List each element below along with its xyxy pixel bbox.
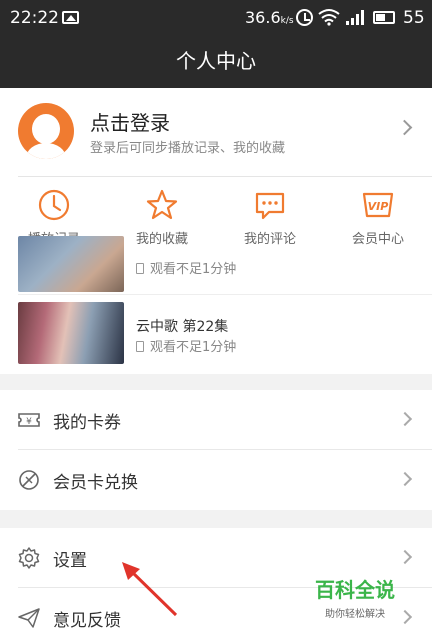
battery-level: 55 bbox=[403, 8, 425, 28]
phone-icon bbox=[136, 341, 144, 352]
menu-label: 意见反馈 bbox=[53, 611, 121, 631]
history-title[interactable]: 云中歌 第22集 bbox=[136, 316, 228, 336]
menu-label: 我的卡券 bbox=[53, 413, 121, 433]
avatar[interactable] bbox=[18, 103, 74, 159]
login-title[interactable]: 点击登录 bbox=[90, 107, 170, 136]
chevron-right-icon bbox=[397, 549, 413, 565]
menu-group: ¥ 我的卡券 会员卡兑换 bbox=[0, 390, 432, 510]
history-meta: 观看不足1分钟 bbox=[136, 258, 236, 277]
page-title: 个人中心 bbox=[176, 49, 256, 73]
clock-icon bbox=[38, 189, 70, 221]
gear-icon bbox=[18, 547, 40, 569]
quick-vip-center[interactable]: VIP 会员中心 bbox=[324, 188, 432, 247]
quick-label: 我的收藏 bbox=[135, 232, 188, 247]
quick-label: 会员中心 bbox=[351, 232, 404, 247]
login-subtitle: 登录后可同步播放记录、我的收藏 bbox=[90, 141, 286, 156]
watermark-subtitle: 助你轻松解决 bbox=[325, 609, 385, 620]
chevron-right-icon bbox=[397, 471, 413, 487]
battery-icon bbox=[373, 11, 395, 24]
page-title-bar: 个人中心 bbox=[0, 36, 432, 88]
menu-label: 设置 bbox=[53, 551, 87, 571]
menu-label: 会员卡兑换 bbox=[53, 473, 138, 493]
quick-favorites[interactable]: 我的收藏 bbox=[108, 188, 216, 247]
vip-icon: VIP bbox=[362, 192, 394, 218]
annotation-arrow-icon bbox=[122, 562, 178, 617]
coupon-icon-text: ¥ bbox=[26, 417, 32, 427]
image-icon bbox=[62, 11, 79, 24]
exchange-icon bbox=[19, 470, 39, 490]
menu-item-coupons[interactable]: ¥ 我的卡券 bbox=[0, 390, 432, 450]
signal-icon bbox=[346, 10, 364, 25]
video-thumbnail[interactable] bbox=[18, 302, 124, 364]
history-meta: 观看不足1分钟 bbox=[136, 336, 236, 355]
watermark-title: 百科全说 bbox=[315, 578, 395, 602]
quick-comments[interactable]: 我的评论 bbox=[216, 188, 324, 247]
vip-icon-text: VIP bbox=[368, 200, 389, 213]
chevron-right-icon bbox=[397, 411, 413, 427]
network-speed: 36.6k/s bbox=[245, 8, 294, 27]
coupon-icon: ¥ bbox=[18, 413, 40, 427]
divider bbox=[18, 294, 432, 295]
watermark: 百科全说 助你轻松解决 bbox=[300, 574, 410, 620]
video-thumbnail[interactable] bbox=[18, 236, 124, 292]
star-icon bbox=[146, 189, 178, 220]
divider bbox=[18, 176, 432, 177]
wifi-icon bbox=[318, 9, 340, 26]
comment-icon bbox=[255, 192, 285, 220]
alarm-icon bbox=[296, 9, 313, 26]
status-bar: 22:22 36.6k/s 55 bbox=[0, 0, 432, 36]
menu-item-card-exchange[interactable]: 会员卡兑换 bbox=[0, 450, 432, 510]
status-time: 22:22 bbox=[10, 8, 59, 28]
history-list: 观看不足1分钟 云中歌 第22集 观看不足1分钟 bbox=[0, 236, 432, 374]
phone-icon bbox=[136, 263, 144, 274]
quick-label: 我的评论 bbox=[243, 232, 296, 247]
chevron-right-icon[interactable] bbox=[396, 119, 413, 136]
send-icon bbox=[18, 608, 40, 628]
